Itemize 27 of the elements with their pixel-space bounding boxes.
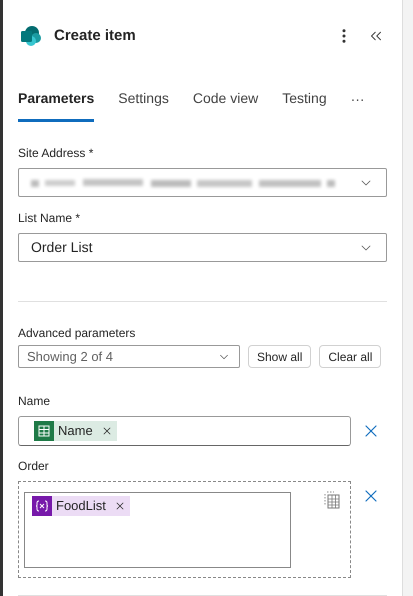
section-label: Advanced parameters [18,325,136,342]
field-label: List Name * [18,210,82,227]
action-button[interactable]: Show all [248,345,312,368]
text-area[interactable]: FoodList [24,492,291,568]
table-icon[interactable] [324,491,340,509]
tab[interactable]: Testing [282,88,327,122]
token-chip[interactable]: FoodList [32,496,130,516]
variable-icon [32,496,52,516]
dropdown-value: Order List [31,238,92,257]
token-chip[interactable]: Name [34,421,117,441]
remove-icon[interactable] [114,500,126,512]
text-field[interactable]: Name [18,416,351,446]
tab[interactable]: Settings [118,88,169,122]
advanced-dropdown[interactable]: Showing 2 of 4 [18,345,240,368]
tab[interactable]: Parameters [18,88,94,122]
spreadsheet-icon [34,421,54,441]
panel-title: Create item [54,26,136,46]
remove-icon[interactable] [100,425,113,437]
dropdown[interactable] [18,168,387,197]
more-tabs-button[interactable]: ··· [350,89,365,122]
field-label: Site Address * [18,145,94,162]
action-button[interactable]: Clear all [319,345,382,368]
dropdown[interactable]: Order List [18,233,387,262]
parameter-label: Name [18,393,52,410]
parameter-label: Order [18,458,50,475]
tab[interactable]: Code view [192,88,258,122]
sharepoint-logo-icon [20,25,42,47]
